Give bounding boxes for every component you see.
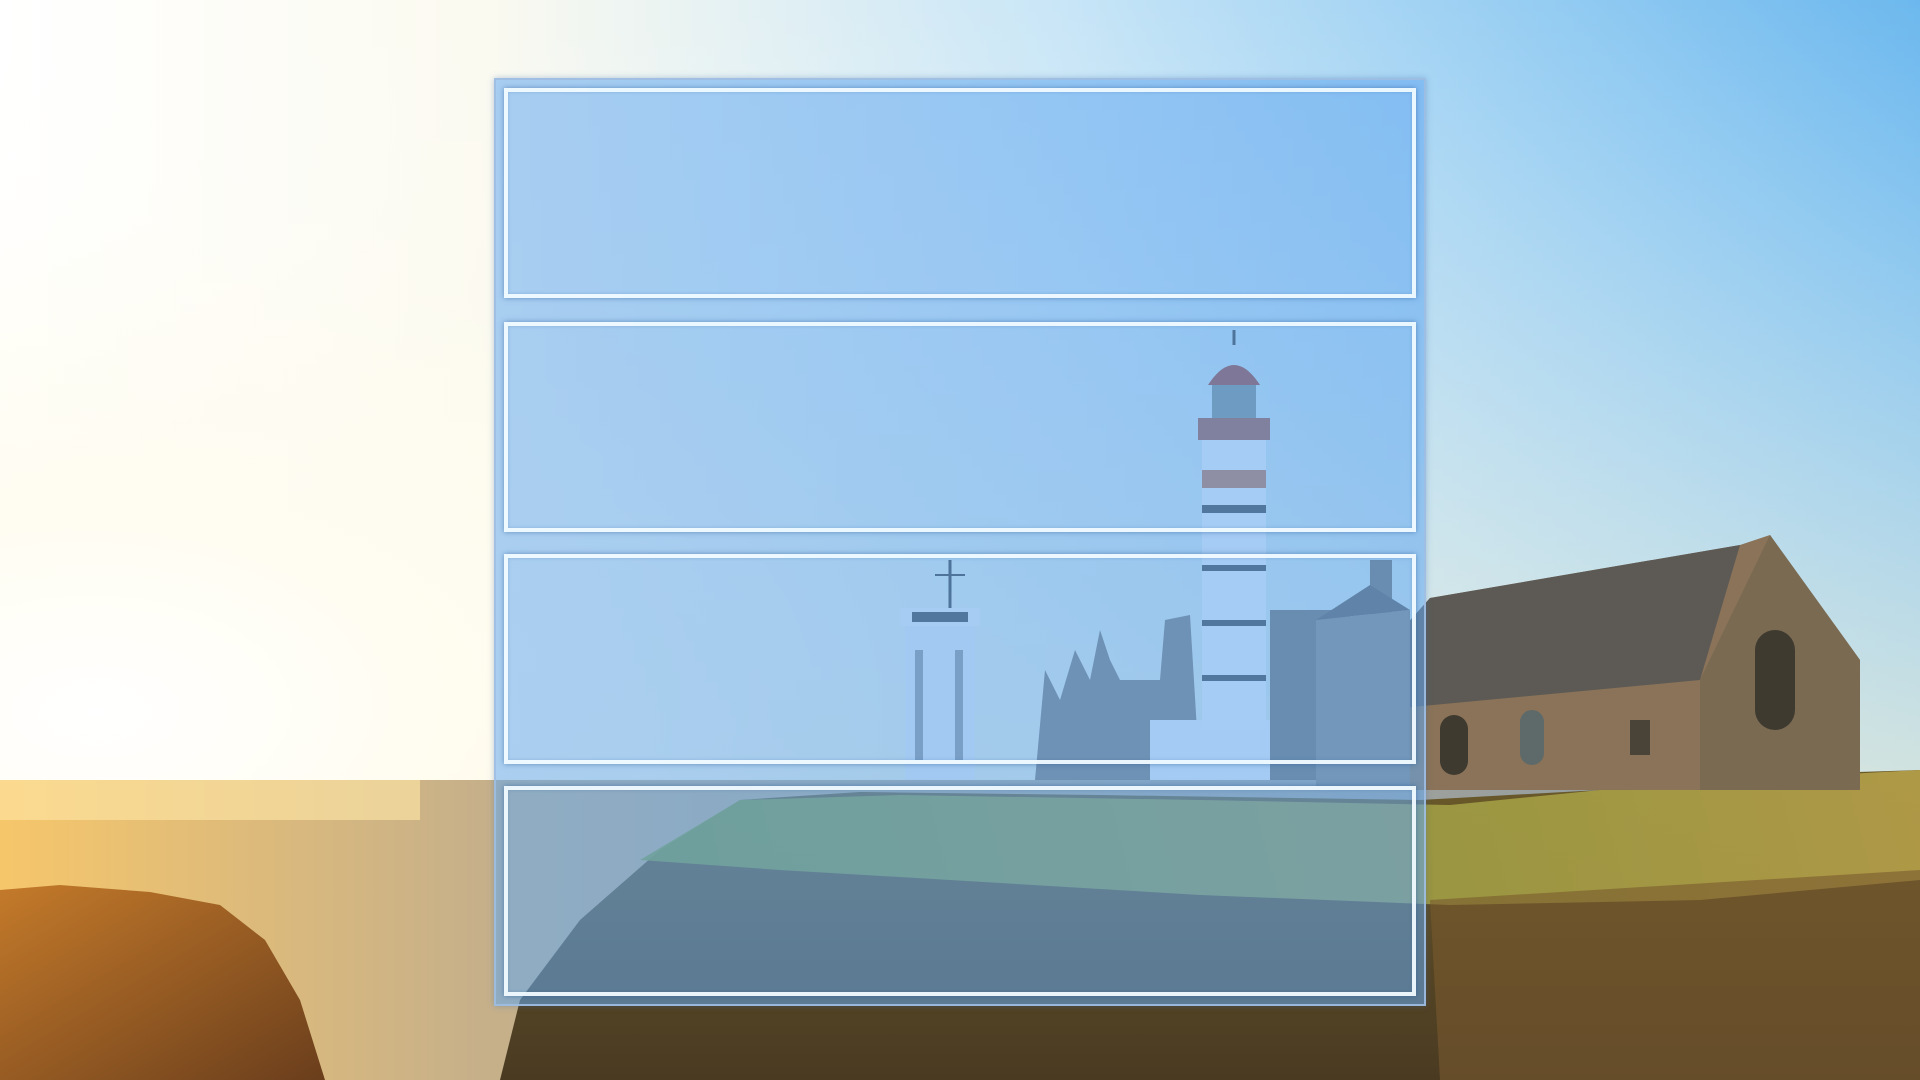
snap-zone-2[interactable]: [504, 322, 1416, 532]
snap-zone-1[interactable]: [504, 88, 1416, 298]
snap-layout-overlay: [494, 78, 1426, 1006]
snap-zone-3[interactable]: [504, 554, 1416, 764]
snap-zone-4[interactable]: [504, 786, 1416, 996]
desktop: [0, 0, 1920, 1080]
